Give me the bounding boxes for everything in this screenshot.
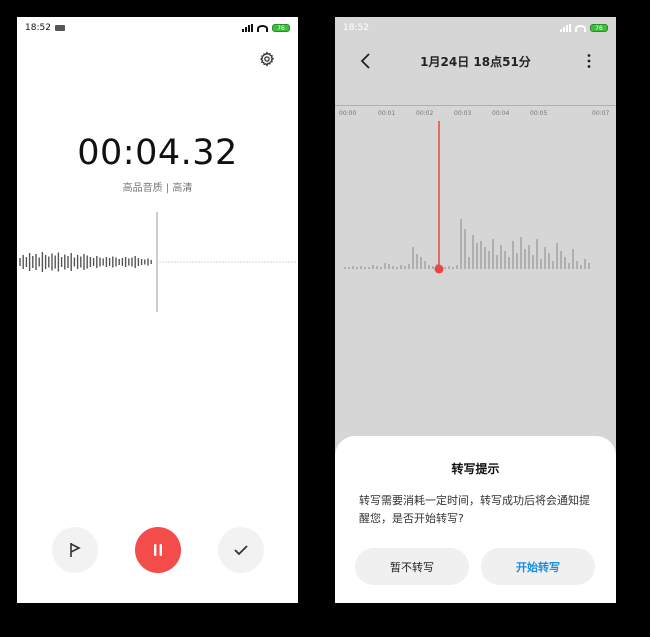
tick-label: 00:04	[492, 110, 510, 117]
check-icon	[234, 545, 248, 556]
recording-timer: 00:04.32	[77, 133, 238, 173]
tick-label: 00:01	[378, 110, 396, 117]
tick-label: 00:00	[339, 110, 357, 117]
recording-screen: 18:52 76 00:04.32 高品音质 | 高清	[17, 17, 298, 603]
transcribe-dialog: 转写提示 转写需要消耗一定时间，转写成功后将会通知提醒您，是否开始转写? 暂不转…	[335, 436, 616, 603]
done-button[interactable]	[218, 527, 264, 573]
timeline-ruler: 00:00 00:01 00:02 00:03 00:04 00:05 00:0…	[335, 105, 616, 119]
wifi-icon	[575, 24, 586, 32]
status-bar: 18:52 76	[335, 17, 616, 39]
status-time: 18:52	[25, 23, 242, 33]
gear-icon[interactable]	[259, 51, 275, 67]
dialog-title: 转写提示	[451, 462, 500, 476]
playback-screen: 18:52 76 1月24日 18点51分 00:00 00:01 00:02 …	[335, 17, 616, 603]
top-bar: 1月24日 18点51分	[335, 47, 616, 75]
playhead-handle[interactable]	[434, 264, 444, 274]
tick-label: 00:07	[592, 110, 610, 117]
tick-label: 00:05	[530, 110, 548, 117]
tick-label: 00:02	[416, 110, 434, 117]
tick-label: 00:03	[454, 110, 472, 117]
message-icon	[54, 24, 65, 31]
flag-icon	[70, 543, 81, 557]
dialog-message: 转写需要消耗一定时间，转写成功后将会通知提醒您，是否开始转写?	[359, 494, 590, 525]
status-time: 18:52	[343, 23, 369, 33]
start-transcribe-button[interactable]: 开始转写	[481, 548, 595, 585]
playback-waveform[interactable]	[335, 121, 616, 291]
more-vertical-icon[interactable]	[586, 53, 592, 69]
quality-label: 高品音质 | 高清	[122, 183, 193, 194]
battery-icon: 76	[590, 24, 608, 32]
signal-icon	[242, 24, 253, 32]
battery-icon: 76	[272, 24, 290, 32]
pause-icon	[154, 544, 162, 556]
recording-title: 1月24日 18点51分	[420, 55, 531, 69]
pause-button[interactable]	[135, 527, 181, 573]
skip-transcribe-button[interactable]: 暂不转写	[355, 548, 469, 585]
signal-icon	[560, 24, 571, 32]
status-bar: 18:52 76	[17, 17, 298, 39]
flag-button[interactable]	[52, 527, 98, 573]
recording-waveform	[19, 212, 296, 312]
wifi-icon	[257, 24, 268, 32]
